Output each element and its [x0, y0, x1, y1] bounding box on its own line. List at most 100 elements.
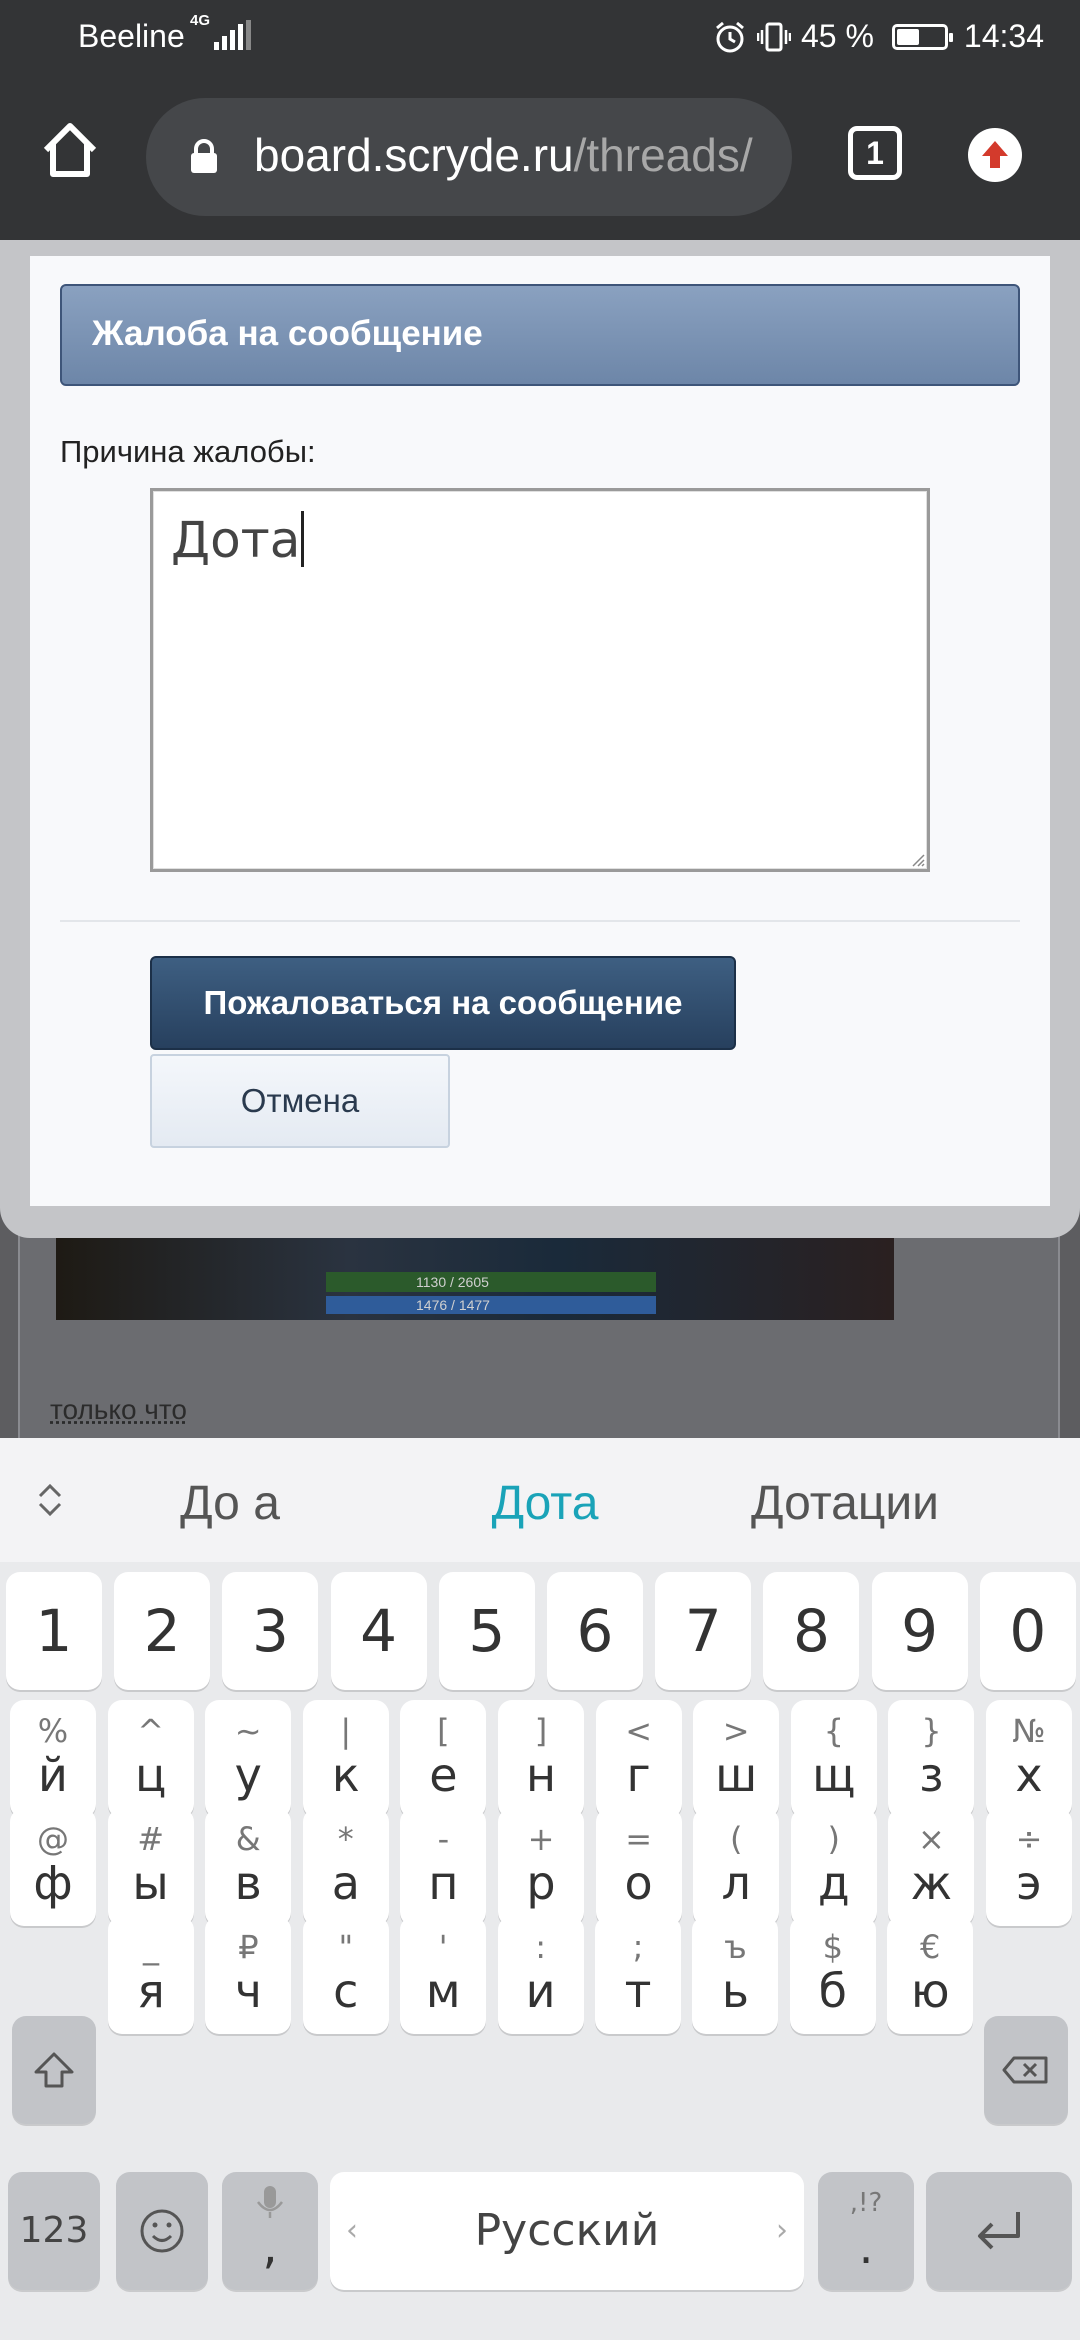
key-letter-ц[interactable]: ^ ц — [107, 1700, 194, 1818]
tab-switcher-button[interactable]: 1 — [848, 126, 902, 180]
space-label: Русский — [474, 2205, 660, 2256]
key-digit-5[interactable]: 5 — [438, 1572, 535, 1690]
update-button[interactable] — [968, 128, 1022, 182]
key-alt-label: } — [921, 1712, 942, 1750]
key-letter-у[interactable]: ~ у — [205, 1700, 292, 1818]
key-letter-о[interactable]: = о — [595, 1808, 682, 1926]
key-alt-label: = — [625, 1820, 652, 1858]
key-label: л — [721, 1856, 751, 1910]
suggestion-2[interactable]: Дота — [440, 1476, 650, 1531]
key-label: м — [425, 1964, 461, 2018]
key-letter-н[interactable]: ] н — [498, 1700, 584, 1818]
period-key[interactable]: ,!? . — [818, 2172, 914, 2290]
key-label: щ — [812, 1748, 856, 1802]
reason-textarea[interactable]: Дота — [150, 488, 930, 872]
key-letter-ш[interactable]: > ш — [693, 1700, 780, 1818]
key-label: п — [428, 1856, 459, 1910]
lock-icon — [191, 139, 217, 173]
key-letter-г[interactable]: < г — [595, 1700, 682, 1818]
key-label: ш — [715, 1748, 758, 1802]
key-letter-ж[interactable]: × ж — [888, 1808, 975, 1926]
shift-key[interactable] — [12, 2016, 96, 2124]
comma-key[interactable]: , — [222, 2172, 318, 2290]
key-label: а — [331, 1856, 360, 1910]
key-letter-д[interactable]: ) д — [790, 1808, 877, 1926]
key-letter-в[interactable]: & в — [205, 1808, 292, 1926]
key-alt-label: + — [527, 1820, 555, 1858]
emoji-key[interactable] — [116, 2172, 208, 2290]
post-image[interactable]: 1130 / 2605 1476 / 1477 — [56, 1238, 894, 1320]
url-path: /threads/ — [573, 129, 753, 181]
key-digit-9[interactable]: 9 — [871, 1572, 968, 1690]
key-label: ю — [910, 1964, 950, 2018]
home-button[interactable] — [38, 118, 102, 182]
key-label: я — [137, 1964, 165, 2018]
backspace-key[interactable] — [984, 2016, 1068, 2124]
key-letter-е[interactable]: [е — [400, 1700, 487, 1818]
key-letter-ь[interactable]: ъь — [692, 1916, 779, 2034]
key-digit-4[interactable]: 4 — [330, 1572, 427, 1690]
key-letter-м[interactable]: ' м — [400, 1916, 487, 2034]
key-letter-т[interactable]: ; т — [595, 1916, 681, 2034]
key-digit-7[interactable]: 7 — [655, 1572, 752, 1690]
key-label: н — [525, 1748, 557, 1802]
text-cursor — [301, 511, 305, 567]
key-letter-з[interactable]: } з — [888, 1700, 975, 1818]
key-letter-я[interactable]: _ я — [108, 1916, 194, 2034]
suggestion-1[interactable]: До а — [150, 1476, 310, 1531]
key-alt-label: ₽ — [238, 1928, 259, 1966]
key-label: о — [624, 1856, 653, 1910]
key-letter-к[interactable]: | к — [302, 1700, 389, 1818]
key-alt-label: [ — [437, 1712, 450, 1750]
key-letter-х[interactable]: № х — [986, 1700, 1072, 1818]
key-letter-р[interactable]: + р — [498, 1808, 584, 1926]
on-screen-keyboard: До а Дота Дотации 1 2 3 4 5 6 7 8 9 0% й ^ ц ~ у | к[е] н… — [0, 1438, 1080, 2340]
key-label: ч — [234, 1964, 262, 2018]
submit-report-button[interactable]: Пожаловаться на сообщение — [150, 956, 736, 1050]
game-stat-1: 1130 / 2605 — [416, 1274, 489, 1290]
key-label: у — [234, 1748, 262, 1802]
space-key[interactable]: ‹ Русский › — [330, 2172, 804, 2290]
key-digit-8[interactable]: 8 — [763, 1572, 860, 1690]
post-timestamp-link[interactable]: только что — [50, 1394, 187, 1426]
cancel-button[interactable]: Отмена — [150, 1054, 450, 1148]
key-letter-л[interactable]: (л — [693, 1808, 780, 1926]
suggestion-bar: До а Дота Дотации — [0, 1438, 1080, 1562]
carrier-name: Beeline — [78, 18, 185, 54]
key-letter-ы[interactable]: # ы — [107, 1808, 194, 1926]
key-letter-а[interactable]: * а — [302, 1808, 389, 1926]
key-letter-ю[interactable]: € ю — [887, 1916, 974, 2034]
address-bar[interactable]: board.scryde.ru/threads/ — [146, 98, 792, 216]
suggestion-3[interactable]: Дотации — [720, 1476, 970, 1531]
numeric-mode-key[interactable]: 123 — [8, 2172, 100, 2290]
key-letter-щ[interactable]: {щ — [790, 1700, 877, 1818]
key-letter-п[interactable]: -п — [400, 1808, 487, 1926]
key-digit-6[interactable]: 6 — [547, 1572, 643, 1690]
key-label: ц — [134, 1748, 167, 1802]
enter-icon — [978, 2212, 1020, 2250]
key-digit-1[interactable]: 1 — [6, 1572, 102, 1690]
key-letter-э[interactable]: ÷ э — [986, 1808, 1072, 1926]
key-digit-2[interactable]: 2 — [114, 1572, 211, 1690]
key-digit-0[interactable]: 0 — [979, 1572, 1076, 1690]
url-text: board.scryde.ru/threads/ — [254, 128, 753, 182]
enter-key[interactable] — [926, 2172, 1072, 2290]
expand-suggestions-icon[interactable] — [28, 1478, 72, 1522]
key-letter-и[interactable]: :и — [497, 1916, 584, 2034]
network-type-indicator: 4G — [190, 12, 211, 29]
key-digit-3[interactable]: 3 — [222, 1572, 319, 1690]
chevron-right-icon: › — [776, 2213, 788, 2248]
key-letter-й[interactable]: % й — [10, 1700, 96, 1818]
resize-handle-icon[interactable] — [911, 853, 925, 867]
clock: 14:34 — [963, 18, 1044, 54]
key-letter-б[interactable]: $ б — [789, 1916, 876, 2034]
divider — [60, 920, 1020, 922]
key-letter-ф[interactable]: @ ф — [10, 1808, 96, 1926]
battery-percent: 45 % — [800, 18, 874, 54]
key-alt-label: € — [920, 1928, 941, 1966]
key-alt-label: # — [137, 1820, 164, 1858]
key-letter-ч[interactable]: ₽ ч — [205, 1916, 292, 2034]
key-label: к — [331, 1748, 360, 1802]
key-alt-label: < — [625, 1712, 652, 1750]
key-letter-с[interactable]: " с — [302, 1916, 389, 2034]
